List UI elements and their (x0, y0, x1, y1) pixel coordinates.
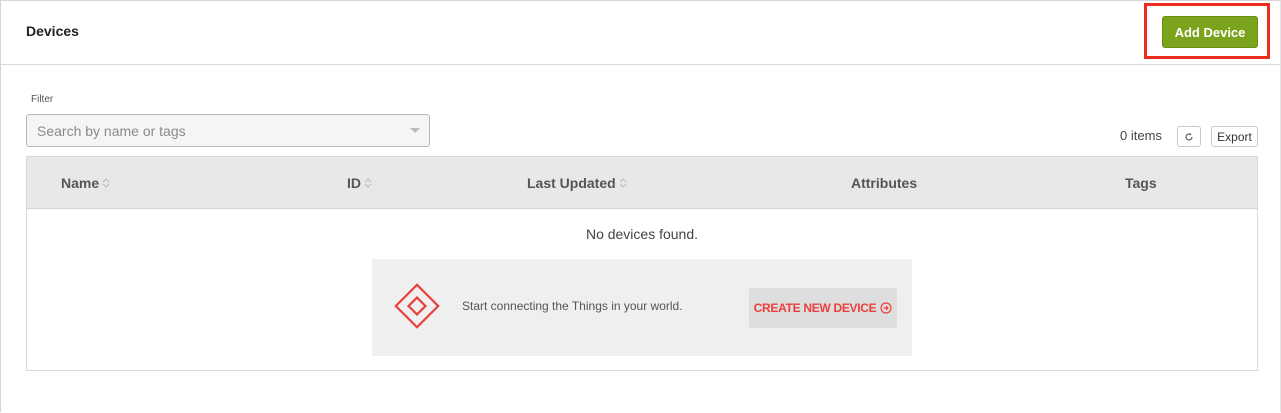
export-button[interactable]: Export (1211, 126, 1258, 147)
empty-state-message: No devices found. (585, 226, 699, 242)
sort-icon[interactable] (102, 177, 110, 189)
arrow-right-circle-icon (880, 302, 892, 314)
page-header: Devices (1, 1, 1280, 65)
diamond-logo-icon (394, 283, 440, 329)
column-header-tags: Tags (1125, 175, 1157, 191)
column-header-id[interactable]: ID (347, 175, 372, 191)
add-device-button[interactable]: Add Device (1162, 16, 1258, 48)
create-device-promo: Start connecting the Things in your worl… (372, 259, 912, 356)
items-count: 0 items (1120, 128, 1162, 143)
sort-icon[interactable] (619, 177, 627, 189)
column-header-name[interactable]: Name (61, 175, 110, 191)
column-header-last-updated[interactable]: Last Updated (527, 175, 627, 191)
refresh-button[interactable] (1177, 126, 1201, 147)
create-new-device-label: CREATE NEW DEVICE (753, 301, 877, 315)
promo-text: Start connecting the Things in your worl… (462, 299, 683, 313)
sort-icon[interactable] (364, 177, 372, 189)
chevron-down-icon[interactable] (410, 128, 420, 133)
filter-label: Filter (31, 94, 54, 105)
devices-table: Name ID Last Updated Attributes Tags No … (26, 156, 1258, 371)
refresh-icon (1185, 132, 1193, 141)
column-header-attributes: Attributes (851, 175, 918, 191)
search-input[interactable] (27, 115, 407, 146)
table-header: Name ID Last Updated Attributes Tags (27, 157, 1257, 209)
create-new-device-button[interactable]: CREATE NEW DEVICE (749, 288, 897, 328)
page-title: Devices (26, 23, 79, 39)
filter-select[interactable] (26, 114, 430, 147)
